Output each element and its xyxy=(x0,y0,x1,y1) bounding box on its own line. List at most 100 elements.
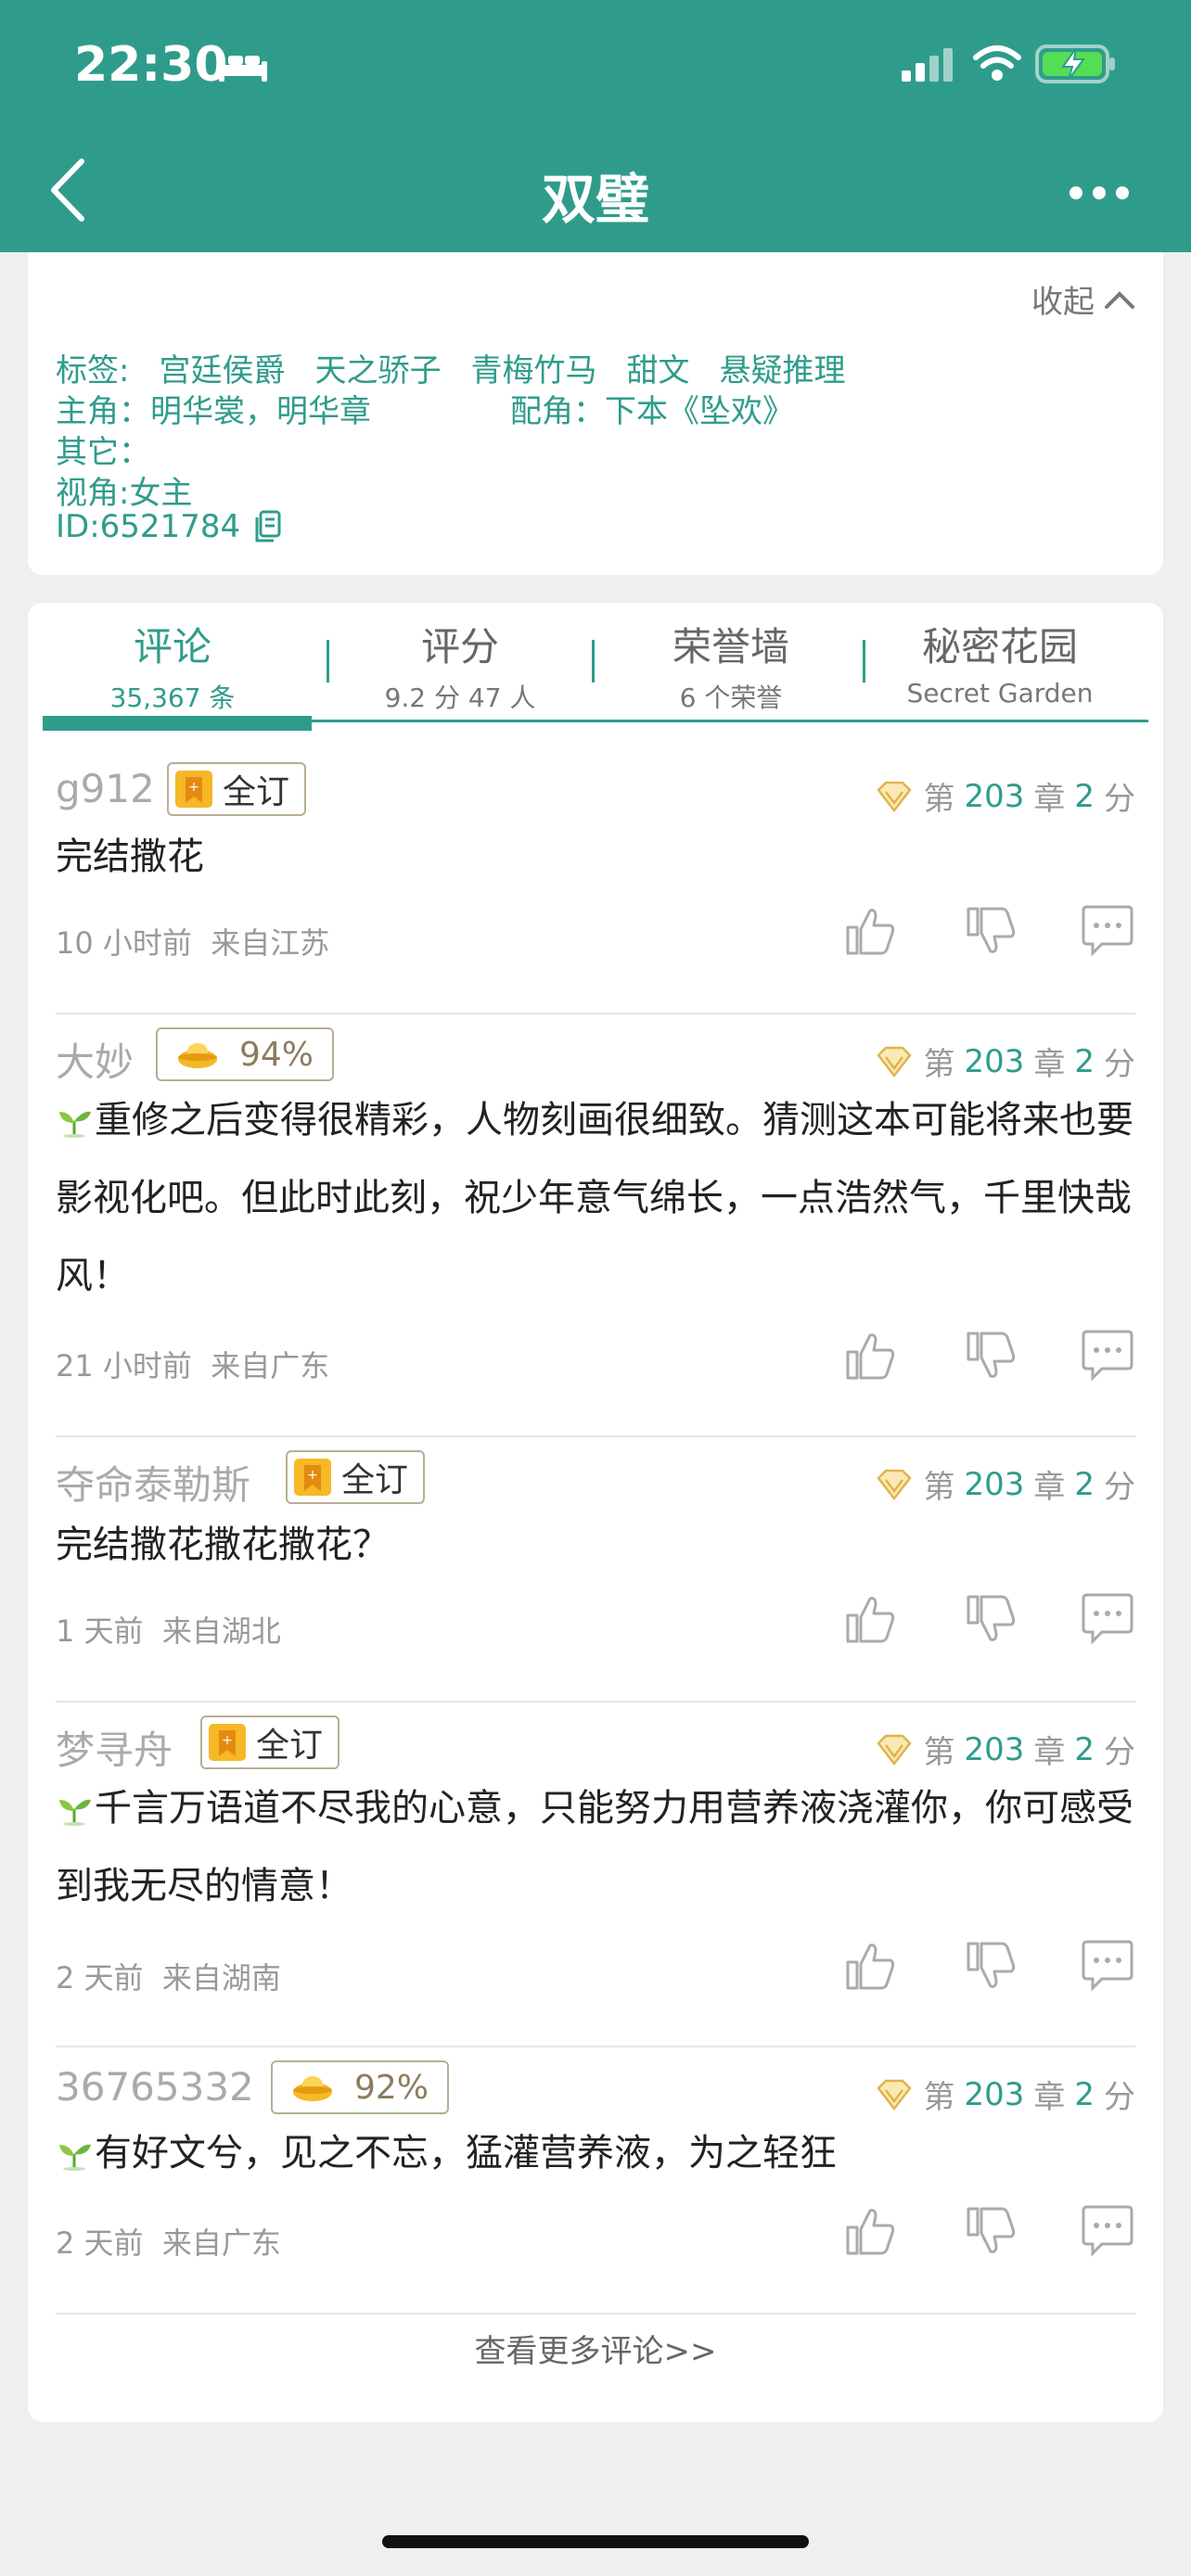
tags-label: 标签: xyxy=(56,352,130,389)
tab-ratings[interactable]: 评分 9.2 分 47 人 xyxy=(330,616,590,715)
tags-row: 标签: 宫廷侯爵 天之骄子 青梅竹马 甜文 悬疑推理 xyxy=(56,345,875,390)
diamond-icon xyxy=(877,2079,913,2111)
tag[interactable]: 甜文 xyxy=(626,352,689,389)
active-tab-indicator xyxy=(43,716,312,731)
tab-sublabel: 9.2 分 47 人 xyxy=(384,682,536,713)
comment-location: 来自湖南 xyxy=(161,1960,281,1996)
comment-text: 完结撒花撒花撒花？ xyxy=(56,1506,1135,1584)
nutrient-percent-badge: 92% xyxy=(271,2060,450,2114)
chapter-unit: 章 xyxy=(1033,1469,1066,1506)
comment-text: 有好文兮，见之不忘，猛灌营养液，为之轻狂 xyxy=(56,2114,1135,2192)
reply-comment-icon[interactable] xyxy=(1080,1328,1135,1384)
comment-text: 千言万语道不尽我的心意，只能努力用营养液浇灌你，你可感受到我无尽的情意！ xyxy=(56,1769,1135,1925)
copy-icon[interactable] xyxy=(253,510,281,543)
like-icon[interactable] xyxy=(842,1591,898,1647)
comment-time: 1 天前 xyxy=(56,1613,144,1649)
comment-time: 10 小时前 xyxy=(56,925,192,961)
comment-item: g912 + 全订 第 203 章 2 分 完结撒花 10 小时前 来自江苏 xyxy=(56,751,1135,1014)
dislike-icon[interactable] xyxy=(963,1328,1018,1384)
tab-label: 荣誉墙 xyxy=(672,624,789,670)
sprout-icon xyxy=(59,1111,91,1138)
tab-label: 评论 xyxy=(133,624,211,670)
battery-charging-icon xyxy=(1035,45,1115,83)
reply-comment-icon[interactable] xyxy=(1080,2203,1135,2259)
dislike-icon[interactable] xyxy=(963,1591,1018,1647)
perspective: 视角:女主 xyxy=(56,475,193,512)
chapter-number: 203 xyxy=(964,2075,1025,2113)
chapter-prefix: 第 xyxy=(923,1734,955,1771)
tab-bar: 评论 35,367 条 评分 9.2 分 47 人 荣誉墙 6 个荣誉 秘密花园… xyxy=(43,603,1148,720)
chapter-unit: 章 xyxy=(1033,1734,1066,1771)
more-options-button[interactable] xyxy=(1067,182,1132,204)
comment-item: 大妙 94% 第 203 章 2 分 重修之后变得很精彩，人物刻画很细致。猜测这本可能将… xyxy=(56,1016,1135,1437)
tag[interactable]: 青梅竹马 xyxy=(470,352,596,389)
comment-location: 来自广东 xyxy=(161,2225,281,2261)
score-number: 2 xyxy=(1074,1465,1095,1503)
comment-time-location: 2 天前 来自湖南 xyxy=(56,1955,281,1997)
sleep-focus-icon xyxy=(219,54,267,82)
comment-time-location: 1 天前 来自湖北 xyxy=(56,1608,281,1651)
comment-time-location: 21 小时前 来自广东 xyxy=(56,1343,329,1385)
tab-secret-garden[interactable]: 秘密花园 Secret Garden xyxy=(870,616,1130,708)
dislike-icon[interactable] xyxy=(963,1938,1018,1994)
tab-sublabel: 35,367 条 xyxy=(109,682,236,713)
like-icon[interactable] xyxy=(842,1328,898,1384)
reply-comment-icon[interactable] xyxy=(1080,903,1135,959)
tab-comments[interactable]: 评论 35,367 条 xyxy=(43,616,302,715)
chapter-prefix: 第 xyxy=(923,2079,955,2116)
tab-honor-wall[interactable]: 荣誉墙 6 个荣誉 xyxy=(601,616,861,715)
reply-comment-icon[interactable] xyxy=(1080,1938,1135,1994)
chapter-unit: 章 xyxy=(1033,1046,1066,1083)
like-icon[interactable] xyxy=(842,903,898,959)
comment-location: 来自广东 xyxy=(211,1348,330,1384)
comment-body: 重修之后变得很精彩，人物刻画很细致。猜测这本可能将来也要影视化吧。但此时此刻，祝… xyxy=(56,1099,1133,1297)
score-unit: 分 xyxy=(1104,2079,1135,2116)
svg-text:+: + xyxy=(307,1468,318,1483)
badge-label: 全订 xyxy=(223,773,290,811)
comment-body: 有好文兮，见之不忘，猛灌营养液，为之轻狂 xyxy=(95,2132,837,2174)
bookmark-icon: + xyxy=(294,1459,331,1496)
tab-divider xyxy=(863,640,865,682)
home-indicator[interactable] xyxy=(382,2535,809,2548)
comment-text: 完结撒花 xyxy=(56,818,1135,896)
comment-chapter-info: 第 203 章 2 分 xyxy=(875,1039,1135,1084)
comment-time: 21 小时前 xyxy=(56,1348,192,1384)
chevron-up-icon xyxy=(1105,290,1134,309)
chapter-unit: 章 xyxy=(1033,781,1066,818)
comments-card: 评论 35,367 条 评分 9.2 分 47 人 荣誉墙 6 个荣誉 秘密花园… xyxy=(28,603,1163,2422)
like-icon[interactable] xyxy=(842,2203,898,2259)
comment-body: 完结撒花撒花撒花？ xyxy=(56,1524,390,1566)
tag[interactable]: 宫廷侯爵 xyxy=(159,352,285,389)
like-icon[interactable] xyxy=(842,1938,898,1994)
lead-roles: 主角：明华裳，明华章 xyxy=(56,393,371,430)
chapter-prefix: 第 xyxy=(923,1469,955,1506)
comment-location: 来自江苏 xyxy=(211,925,330,961)
gold-ingot-icon xyxy=(178,1043,217,1068)
tag[interactable]: 天之骄子 xyxy=(314,352,441,389)
comment-text: 重修之后变得很精彩，人物刻画很细致。猜测这本可能将来也要影视化吧。但此时此刻，祝… xyxy=(56,1081,1135,1315)
svg-text:+: + xyxy=(188,780,199,795)
chapter-prefix: 第 xyxy=(923,1046,955,1083)
tag[interactable]: 悬疑推理 xyxy=(719,352,845,389)
comment-username[interactable]: 36765332 xyxy=(56,2064,254,2110)
badge-label: 全订 xyxy=(341,1461,409,1499)
comment-username[interactable]: g912 xyxy=(56,766,155,811)
reply-comment-icon[interactable] xyxy=(1080,1591,1135,1647)
collapse-button[interactable]: 收起 xyxy=(1031,276,1135,322)
comment-item: 36765332 92% 第 203 章 2 分 有好文兮，见之不忘，猛灌营养液，为之轻… xyxy=(56,2049,1135,2315)
chapter-prefix: 第 xyxy=(923,781,955,818)
full-subscription-badge: + 全订 xyxy=(200,1715,340,1769)
diamond-icon xyxy=(877,1046,913,1078)
dislike-icon[interactable] xyxy=(963,903,1018,959)
dislike-icon[interactable] xyxy=(963,2203,1018,2259)
comment-time-location: 2 天前 来自广东 xyxy=(56,2220,281,2263)
comment-username[interactable]: 梦寻舟 xyxy=(56,1719,173,1776)
score-unit: 分 xyxy=(1104,1046,1135,1083)
diamond-icon xyxy=(877,1469,913,1500)
comment-username[interactable]: 夺命泰勒斯 xyxy=(56,1454,250,1511)
comment-username[interactable]: 大妙 xyxy=(56,1031,134,1088)
see-more-comments-link[interactable]: 查看更多评论>> xyxy=(28,2326,1163,2371)
comment-time-location: 10 小时前 来自江苏 xyxy=(56,920,329,963)
score-unit: 分 xyxy=(1104,781,1135,818)
full-subscription-badge: + 全订 xyxy=(167,762,307,816)
